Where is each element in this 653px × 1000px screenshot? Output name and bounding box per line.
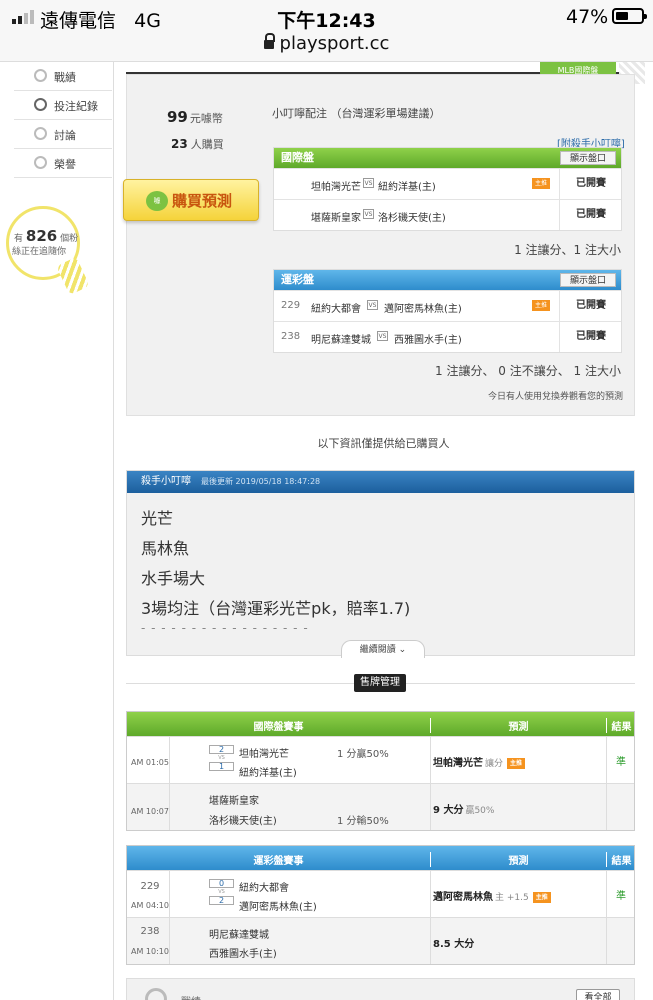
result-mark: 準	[616, 891, 626, 902]
circle-icon	[34, 98, 47, 111]
section-tag: 售牌管理	[354, 674, 406, 692]
battery-icon	[612, 8, 647, 24]
lottery-panel-header: 運彩盤 顯示盤口	[274, 270, 621, 290]
chat-icon	[34, 127, 47, 140]
intl-panel-header: 國際盤 顯示盤口	[274, 148, 621, 168]
status-bar: 遠傳電信 4G 下午12:43 47% playsport.cc	[0, 0, 653, 62]
buy-box: 99 元噱幣 23 人購買 噱 購買預測 小叮嚀配注 （台灣運彩單場建議） [附殺手…	[123, 74, 635, 416]
lock-icon	[263, 33, 275, 49]
lightbulb-icon	[56, 256, 90, 296]
table-header: 國際盤賽事 預測 結果	[127, 712, 634, 736]
coin-icon: 噱	[146, 191, 168, 211]
lottery-results-table: 運彩盤賽事 預測 結果 229 AM 04:10 0 VS 2 紐約大都會 邁阿…	[126, 845, 635, 965]
table-row: AM 01:05 2 VS 1 坦帕灣光芒 紐約洋基(主) 1 分贏50% 坦帕…	[127, 736, 634, 783]
address-bar[interactable]: playsport.cc	[0, 33, 653, 54]
hot-pick-badge: 主推	[507, 757, 526, 769]
sidebar-item-discussion[interactable]: 討論	[14, 120, 112, 149]
table-row: 238 AM 10:10 明尼蘇達雙城 西雅圖水手(主) 8.5 大分	[127, 917, 634, 964]
last-updated: 最後更新 2019/05/18 18:47:28	[201, 477, 321, 486]
view-all-button[interactable]: 看全部	[576, 989, 620, 1000]
table-row: 229 AM 04:10 0 VS 2 紐約大都會 邁阿密馬林魚(主) 邁阿密馬…	[127, 870, 634, 917]
buyer-count: 23 人購買	[171, 137, 224, 151]
status-badge: 已開賽	[559, 169, 622, 199]
sidebar-item-bet-history[interactable]: 投注紀錄	[14, 91, 112, 120]
killer-note-header: 殺手小叮嚀 最後更新 2019/05/18 18:47:28	[127, 471, 634, 493]
buyer-only-notice: 以下資訊僅提供給已購買人	[317, 437, 450, 450]
hot-pick-badge: 主推	[532, 178, 550, 189]
list-item: 238 明尼蘇達雙城 VS 西雅圖水手(主) 已開賽	[274, 321, 621, 352]
killer-note-panel: 殺手小叮嚀 最後更新 2019/05/18 18:47:28 光芒 馬林魚 水手場…	[126, 470, 635, 656]
sidebar-item-record[interactable]: 戰績	[14, 62, 112, 91]
record-footer: 戰績 看全部	[126, 978, 635, 1000]
note-title: 小叮嚀配注 （台灣運彩單場建議）	[272, 107, 441, 120]
battery-percent: 47%	[566, 6, 609, 28]
lottery-summary: 1 注讓分、 0 注不讓分、 1 注大小	[435, 364, 621, 378]
sidebar-item-honor[interactable]: 榮譽	[14, 149, 112, 178]
intl-summary: 1 注讓分、1 注大小	[514, 243, 621, 257]
hot-pick-badge: 主推	[532, 300, 550, 311]
prediction: 8.5 大分	[433, 939, 475, 950]
chevron-down-icon: ⌄	[398, 645, 407, 655]
status-badge: 已開賽	[559, 322, 622, 352]
lottery-panel: 運彩盤 顯示盤口 229 紐約大都會 VS 邁阿密馬林魚(主) 主推 已開賽 2…	[273, 269, 622, 353]
prediction: 邁阿密馬林魚主 +1.5 主推	[433, 888, 551, 903]
vs-icon: VS	[363, 178, 374, 188]
result-mark: 準	[616, 757, 626, 768]
buy-prediction-button[interactable]: 噱 購買預測	[123, 179, 259, 221]
list-item: 229 紐約大都會 VS 邁阿密馬林魚(主) 主推 已開賽	[274, 290, 621, 321]
target-icon	[145, 988, 167, 1000]
price: 99 元噱幣	[167, 108, 223, 126]
prediction: 坦帕灣光芒 讓分 主推	[433, 754, 526, 769]
list-item: 堪薩斯皇家 VS 洛杉磯天使(主) 已開賽	[274, 199, 621, 230]
chart-icon	[34, 69, 47, 82]
vs-icon: VS	[377, 331, 388, 341]
main-content: MLB國際盤 99 元噱幣 23 人購買 噱 購買預測 小叮嚀配注 （台灣運彩單場建…	[114, 62, 653, 1000]
vs-icon: VS	[367, 300, 378, 310]
hot-pick-badge: 主推	[532, 891, 551, 903]
left-sidebar: 戰績 投注紀錄 討論 榮譽 有 826 個粉 絲正在追隨你	[0, 62, 114, 1000]
table-header: 運彩盤賽事 預測 結果	[127, 846, 634, 870]
intl-panel: 國際盤 顯示盤口 坦帕灣光芒 VS 紐約洋基(主) 主推 已開賽 堪薩斯皇家 V…	[273, 147, 622, 231]
medal-icon	[34, 156, 47, 169]
read-more-button[interactable]: 繼續閱讀 ⌄	[341, 640, 425, 658]
list-item: 坦帕灣光芒 VS 紐約洋基(主) 主推 已開賽	[274, 168, 621, 199]
voucher-note: 今日有人使用兌換券觀看您的預測	[487, 392, 623, 402]
fans-count: 826	[25, 227, 58, 245]
show-odds-button[interactable]: 顯示盤口	[560, 273, 616, 287]
prediction: 9 大分 贏50%	[433, 805, 495, 816]
vs-icon: VS	[363, 209, 374, 219]
table-row: AM 10:07 堪薩斯皇家 洛杉磯天使(主) 1 分輸50% 9 大分 贏50%	[127, 783, 634, 830]
clock: 下午12:43	[277, 10, 376, 32]
show-odds-button[interactable]: 顯示盤口	[560, 151, 616, 165]
intl-results-table: 國際盤賽事 預測 結果 AM 01:05 2 VS 1 坦帕灣光芒 紐約洋基(主…	[126, 711, 635, 831]
status-badge: 已開賽	[559, 291, 622, 321]
status-badge: 已開賽	[559, 200, 622, 230]
